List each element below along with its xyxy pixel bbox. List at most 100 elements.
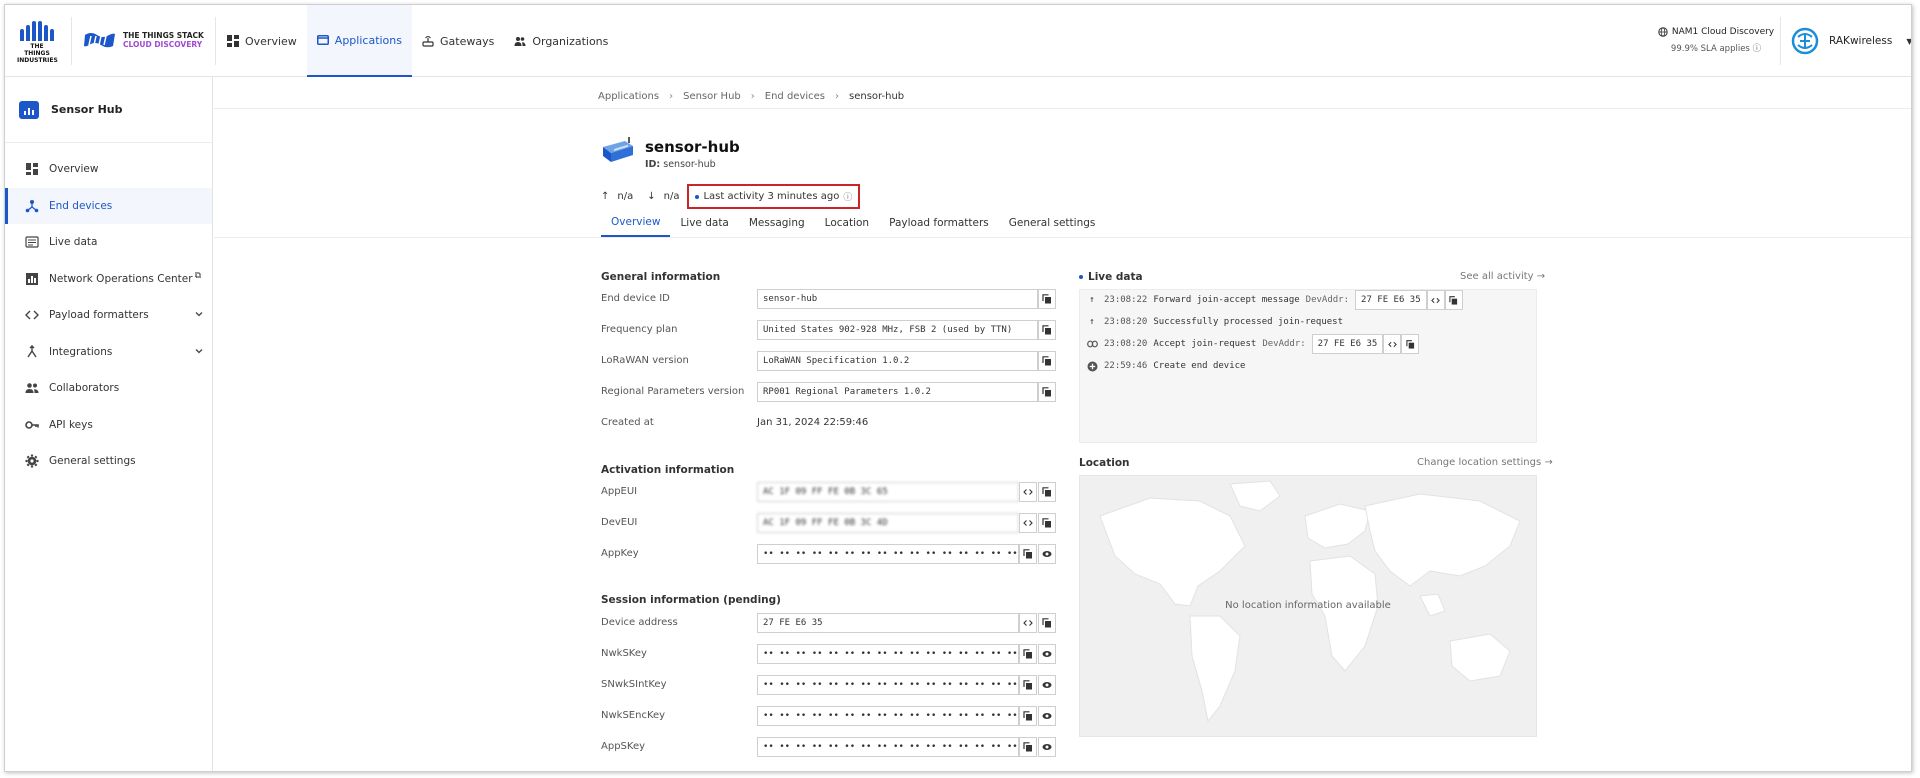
copy-button[interactable] [1401, 334, 1420, 354]
external-link-icon: ⧉ [194, 270, 202, 281]
last-activity-text: Last activity 3 minutes ago [703, 191, 840, 202]
device-address-value[interactable]: 27 FE E6 35 [757, 613, 1019, 633]
field-label: Frequency plan [601, 324, 678, 335]
copy-button[interactable] [1019, 544, 1037, 564]
see-all-activity-link[interactable]: See all activity → [1460, 271, 1545, 282]
sla-label: 99.9% SLA applies [1670, 44, 1750, 54]
tab-payload-formatters[interactable]: Payload formatters [879, 209, 999, 237]
toggle-format-button[interactable] [1019, 482, 1037, 502]
show-secret-button[interactable] [1038, 544, 1056, 564]
avatar [1791, 27, 1819, 55]
copy-button[interactable] [1038, 613, 1056, 633]
tab-messaging[interactable]: Messaging [739, 209, 815, 237]
device-id-value: sensor-hub [663, 159, 716, 170]
toggle-format-button[interactable] [1383, 334, 1402, 354]
copy-button[interactable] [1038, 289, 1056, 309]
product-logo[interactable]: THE THINGS STACK CLOUD DISCOVERY [83, 31, 204, 49]
chevron-right-icon: › [835, 91, 840, 102]
copy-button[interactable] [1038, 513, 1056, 533]
sidebar-item-overview[interactable]: Overview [5, 151, 212, 188]
device-tabs: Overview Live data Messaging Location Pa… [601, 209, 1105, 237]
end-device-id-value[interactable]: sensor-hub [757, 289, 1038, 309]
account-menu[interactable]: RAKwireless ▼ [1791, 27, 1911, 55]
sidebar-item-api-keys[interactable]: API keys [5, 407, 212, 444]
copy-button[interactable] [1019, 706, 1037, 726]
sidebar-item-end-devices[interactable]: End devices [5, 187, 212, 224]
change-location-link[interactable]: Change location settings → [1417, 457, 1553, 468]
code-icon [25, 310, 39, 320]
event-devaddr[interactable]: 27 FE E6 35 [1311, 334, 1384, 354]
copy-button[interactable] [1038, 351, 1056, 371]
snwksintkey-value[interactable]: •• •• •• •• •• •• •• •• •• •• •• •• •• •… [757, 675, 1019, 695]
toggle-format-button[interactable] [1019, 513, 1037, 533]
breadcrumb-end-devices[interactable]: End devices [765, 91, 825, 102]
tab-live-data[interactable]: Live data [670, 209, 738, 237]
show-secret-button[interactable] [1038, 675, 1056, 695]
sidebar-item-collaborators[interactable]: Collaborators [5, 370, 212, 407]
sidebar-item-integrations[interactable]: Integrations [5, 334, 212, 371]
copy-button[interactable] [1019, 737, 1037, 757]
event-devaddr[interactable]: 27 FE E6 35 [1355, 290, 1427, 310]
regional-params-value[interactable]: RP001 Regional Parameters 1.0.2 [757, 382, 1038, 402]
show-secret-button[interactable] [1038, 706, 1056, 726]
copy-button[interactable] [1038, 382, 1056, 402]
sidebar-item-noc[interactable]: Network Operations Center ⧉ [5, 261, 212, 298]
topnav-applications[interactable]: Applications [306, 5, 412, 77]
event-text: Forward join-accept message [1153, 295, 1300, 305]
breadcrumb-app[interactable]: Sensor Hub [683, 91, 741, 102]
tti-logo-text: THE THINGS INDUSTRIES [17, 43, 58, 64]
sidebar-app-header[interactable]: Sensor Hub [5, 77, 212, 143]
copy-button[interactable] [1038, 320, 1056, 340]
copy-button[interactable] [1444, 290, 1463, 310]
appskey-value[interactable]: •• •• •• •• •• •• •• •• •• •• •• •• •• •… [757, 737, 1019, 757]
help-icon[interactable]: ⓘ [843, 190, 852, 203]
appeui-value[interactable]: AC 1F 09 FF FE 0B 3C 65 [757, 482, 1019, 502]
main-content: Applications › Sensor Hub › End devices … [214, 77, 1911, 771]
device-id: ID: sensor-hub [645, 159, 740, 170]
tab-general-settings[interactable]: General settings [999, 209, 1106, 237]
field-label: DevEUI [601, 517, 638, 528]
toggle-format-button[interactable] [1426, 290, 1445, 310]
help-icon[interactable]: ⓘ [1753, 44, 1762, 54]
event-row[interactable]: 22:59:46 Create end device [1086, 356, 1245, 376]
top-header: THE THINGS INDUSTRIES THE THINGS STACK C… [5, 5, 1911, 77]
tab-location[interactable]: Location [815, 209, 879, 237]
event-row[interactable]: 23:08:20 Accept join-request DevAddr: 27… [1086, 334, 1420, 354]
event-row[interactable]: ↑ 23:08:20 Successfully processed join-r… [1086, 312, 1343, 332]
nwkskey-value[interactable]: •• •• •• •• •• •• •• •• •• •• •• •• •• •… [757, 644, 1019, 664]
topnav-overview[interactable]: Overview [217, 5, 307, 77]
show-secret-button[interactable] [1038, 737, 1056, 757]
tab-overview[interactable]: Overview [601, 209, 671, 237]
chevron-down-icon[interactable] [194, 346, 204, 356]
sidebar-item-general-settings[interactable]: General settings [5, 443, 212, 480]
activation-info-title: Activation information [601, 464, 735, 476]
sidebar-item-payload-formatters[interactable]: Payload formatters [5, 297, 212, 334]
breadcrumb-current: sensor-hub [849, 91, 905, 102]
location-map[interactable]: No location information available [1079, 475, 1537, 737]
nwksenckey-value[interactable]: •• •• •• •• •• •• •• •• •• •• •• •• •• •… [757, 706, 1019, 726]
key-icon [25, 420, 39, 429]
event-row[interactable]: ↑ 23:08:22 Forward join-accept message D… [1086, 290, 1463, 310]
copy-button[interactable] [1019, 644, 1037, 664]
copy-button[interactable] [1019, 675, 1037, 695]
topnav-organizations[interactable]: Organizations [504, 5, 618, 77]
event-time: 23:08:20 [1104, 317, 1148, 327]
cluster-info[interactable]: NAM1 Cloud Discovery 99.9% SLA applies ⓘ [1641, 27, 1791, 54]
last-activity-status[interactable]: Last activity 3 minutes ago ⓘ [687, 184, 861, 209]
toggle-format-button[interactable] [1019, 613, 1037, 633]
show-secret-button[interactable] [1038, 644, 1056, 664]
deveui-value[interactable]: AC 1F 09 FF FE 0B 3C 4D [757, 513, 1019, 533]
field-label: LoRaWAN version [601, 355, 689, 366]
tti-logo[interactable]: THE THINGS INDUSTRIES [17, 21, 58, 64]
frequency-plan-value[interactable]: United States 902-928 MHz, FSB 2 (used b… [757, 320, 1038, 340]
sidebar-item-live-data[interactable]: Live data [5, 224, 212, 261]
breadcrumb-applications[interactable]: Applications [598, 91, 659, 102]
lorawan-version-value[interactable]: LoRaWAN Specification 1.0.2 [757, 351, 1038, 371]
topnav-gateways[interactable]: Gateways [412, 5, 504, 77]
topnav-label: Gateways [440, 34, 495, 48]
event-text: Create end device [1153, 361, 1246, 371]
copy-icon [1042, 325, 1051, 335]
chevron-down-icon[interactable] [194, 309, 204, 319]
copy-button[interactable] [1038, 482, 1056, 502]
appkey-value[interactable]: •• •• •• •• •• •• •• •• •• •• •• •• •• •… [757, 544, 1019, 564]
